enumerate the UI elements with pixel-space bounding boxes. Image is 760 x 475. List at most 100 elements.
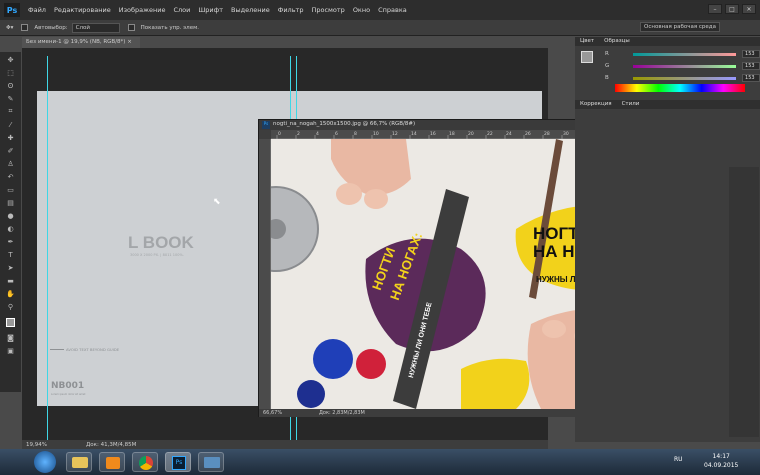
- menu-window[interactable]: Окно: [353, 6, 370, 14]
- pen-tool-icon[interactable]: ✒: [4, 236, 17, 247]
- ruler-tick-label: 16: [430, 131, 436, 137]
- path-select-tool-icon[interactable]: ➤: [4, 262, 17, 273]
- screen-mode-icon[interactable]: ▣: [4, 345, 17, 356]
- eyedropper-tool-icon[interactable]: ⁄: [4, 119, 17, 130]
- menu-view[interactable]: Просмотр: [311, 6, 344, 14]
- blur-tool-icon[interactable]: ●: [4, 210, 17, 221]
- marquee-tool-icon[interactable]: ⬚: [4, 67, 17, 78]
- autoselect-checkbox[interactable]: [21, 24, 29, 31]
- ruler-tick-label: 8: [354, 131, 357, 137]
- menu-bar: Ps Файл Редактирование Изображение Слои …: [0, 0, 760, 20]
- lasso-tool-icon[interactable]: ʘ: [4, 80, 17, 91]
- brush-tool-icon[interactable]: ✐: [4, 145, 17, 156]
- image-doc-size: Док: 2,83M/2,83M: [319, 410, 365, 416]
- ruler-tick-label: 20: [468, 131, 474, 137]
- autoselect-select[interactable]: Слой: [71, 22, 120, 33]
- ps-doc-icon: Ps: [262, 121, 270, 129]
- red-value[interactable]: 153: [742, 50, 760, 58]
- ruler-tick-label: 0: [278, 131, 281, 137]
- photoshop-taskbar-icon[interactable]: Ps: [165, 452, 191, 472]
- blue-value[interactable]: 153: [742, 74, 760, 82]
- vertical-guide[interactable]: [47, 56, 48, 440]
- options-bar: ✥▾ Автовыбор: Слой Показать упр. элем. О…: [0, 20, 760, 36]
- crop-tool-icon[interactable]: ⌗: [4, 106, 17, 117]
- document-code-sub: Lorem ipsum dolor sit amet: [51, 393, 86, 396]
- photoshop-app: Ps Файл Редактирование Изображение Слои …: [0, 0, 760, 475]
- tab-adjustments[interactable]: Коррекция: [580, 101, 612, 108]
- tools-panel: ✥ ⬚ ʘ ✎ ⌗ ⁄ ✚ ✐ ♙ ↶ ▭ ▤ ● ◐ ✒ T ➤ ▬ ✋ ⚲ …: [0, 52, 21, 392]
- tab-swatches[interactable]: Образцы: [604, 38, 630, 45]
- zoom-tool-icon[interactable]: ⚲: [4, 301, 17, 312]
- ruler-tick-label: 24: [506, 131, 512, 137]
- document-tab[interactable]: Без имени-1 @ 19,9% (NB, RGB/8*) ×: [22, 37, 140, 48]
- green-label: G: [605, 63, 610, 69]
- foreground-swatch[interactable]: [581, 51, 593, 63]
- gradient-tool-icon[interactable]: ▤: [4, 197, 17, 208]
- explorer-icon[interactable]: [66, 452, 92, 472]
- stamp-tool-icon[interactable]: ♙: [4, 158, 17, 169]
- minimize-button[interactable]: –: [708, 4, 722, 14]
- show-controls-checkbox[interactable]: [127, 24, 135, 31]
- tab-color[interactable]: Цвет: [580, 38, 594, 45]
- guide-arrow-icon: [50, 349, 64, 350]
- menu-image[interactable]: Изображение: [119, 6, 166, 14]
- blue-slider[interactable]: [633, 76, 737, 80]
- doc-size: Док: 41,3M/4,85M: [86, 441, 137, 448]
- quick-mask-icon[interactable]: ◙: [4, 332, 17, 343]
- menu-help[interactable]: Справка: [378, 6, 407, 14]
- remote-desktop-icon[interactable]: [198, 452, 224, 472]
- ruler-tick-label: 18: [449, 131, 455, 137]
- shape-tool-icon[interactable]: ▬: [4, 275, 17, 286]
- red-slider[interactable]: [633, 52, 737, 56]
- eraser-tool-icon[interactable]: ▭: [4, 184, 17, 195]
- close-button[interactable]: ✕: [742, 4, 756, 14]
- ruler-tick-label: 10: [373, 131, 379, 137]
- cursor-icon: ⬉: [213, 197, 221, 207]
- maximize-button[interactable]: □: [725, 4, 739, 14]
- clock-time: 14:17: [712, 453, 730, 460]
- dodge-tool-icon[interactable]: ◐: [4, 223, 17, 234]
- zoom-level[interactable]: 19,94%: [26, 442, 56, 448]
- menu-filter[interactable]: Фильтр: [278, 6, 304, 14]
- color-swatches-icon[interactable]: [4, 314, 17, 330]
- move-tool-icon[interactable]: ✥: [4, 54, 17, 65]
- history-brush-tool-icon[interactable]: ↶: [4, 171, 17, 182]
- healing-tool-icon[interactable]: ✚: [4, 132, 17, 143]
- image-zoom-level[interactable]: 66,67%: [263, 410, 289, 416]
- show-controls-label: Показать упр. элем.: [140, 24, 199, 31]
- tab-styles[interactable]: Стили: [622, 101, 640, 108]
- ruler-tick-label: 28: [544, 131, 550, 137]
- adjust-panel-tabs: Коррекция Стили: [575, 100, 760, 109]
- move-tool-icon[interactable]: ✥▾: [6, 25, 13, 31]
- blue-label: B: [605, 75, 609, 81]
- ruler-tick-label: 22: [487, 131, 493, 137]
- ruler-tick-label: 4: [316, 131, 319, 137]
- document-title: L BOOK: [128, 233, 194, 252]
- clock[interactable]: 14:17 04.09.2015: [704, 452, 738, 470]
- start-button[interactable]: [34, 451, 56, 473]
- hand-tool-icon[interactable]: ✋: [4, 288, 17, 299]
- media-player-icon[interactable]: [99, 452, 125, 472]
- language-indicator[interactable]: RU: [674, 456, 683, 463]
- ruler-tick-label: 14: [411, 131, 417, 137]
- red-slider-row: R 153: [575, 48, 760, 60]
- menu-layers[interactable]: Слои: [173, 6, 190, 14]
- green-slider-row: G 153: [575, 60, 760, 72]
- menu-file[interactable]: Файл: [28, 6, 46, 14]
- layers-panel-strip[interactable]: [729, 167, 759, 437]
- blue-slider-row: B 153: [575, 72, 760, 84]
- document-code: NB001: [51, 381, 85, 391]
- green-slider[interactable]: [633, 64, 737, 68]
- quick-select-tool-icon[interactable]: ✎: [4, 93, 17, 104]
- menu-select[interactable]: Выделение: [231, 6, 270, 14]
- type-tool-icon[interactable]: T: [4, 249, 17, 260]
- ruler-left[interactable]: [259, 139, 271, 409]
- menu-edit[interactable]: Редактирование: [54, 6, 111, 14]
- menu-type[interactable]: Шрифт: [198, 6, 223, 14]
- color-spectrum[interactable]: [615, 84, 745, 92]
- chrome-icon[interactable]: [132, 452, 158, 472]
- green-value[interactable]: 153: [742, 62, 760, 70]
- ruler-tick-label: 12: [392, 131, 398, 137]
- right-panel-dock: Цвет Образцы R 153 G 153 B 153 Коррекция…: [575, 37, 760, 442]
- workspace-select[interactable]: Основная рабочая среда: [640, 22, 720, 32]
